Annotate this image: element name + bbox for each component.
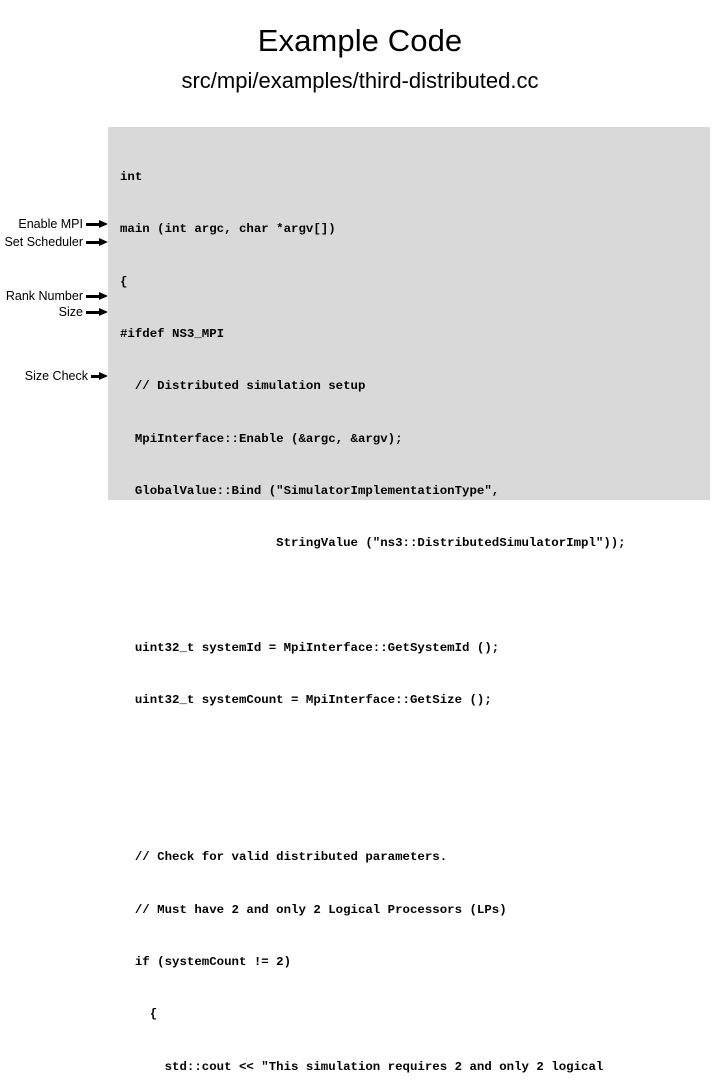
code-panel: int main (int argc, char *argv[]) { #ifd… — [108, 127, 710, 1074]
callout-label: Enable MPI — [18, 217, 83, 231]
code-line: uint32_t systemCount = MpiInterface::Get… — [120, 693, 492, 708]
code-line: // Check for valid distributed parameter… — [120, 850, 448, 865]
arrow-right-icon — [86, 219, 108, 229]
code-line: uint32_t systemId = MpiInterface::GetSys… — [120, 641, 500, 655]
code-line: MpiInterface::Enable (&argc, &argv); — [120, 431, 403, 446]
callout-size: Size — [0, 304, 108, 320]
code-line: main (int argc, char *argv[]) — [120, 222, 336, 237]
callout-label: Size — [58, 305, 83, 319]
code-line: int — [120, 169, 143, 184]
callout-rank-number: Rank Number — [0, 288, 108, 304]
arrow-right-icon — [86, 307, 108, 317]
code-line: { — [120, 274, 128, 289]
code-line: if (systemCount != 2) — [120, 955, 292, 970]
code-listing: int main (int argc, char *argv[]) { #ifd… — [120, 134, 626, 1080]
code-line: GlobalValue::Bind ("SimulatorImplementat… — [120, 483, 500, 498]
callout-size-check: Size Check — [0, 368, 108, 384]
callout-label: Set Scheduler — [4, 235, 83, 249]
code-line: StringValue ("ns3::DistributedSimulatorI… — [120, 536, 626, 551]
page-subtitle: src/mpi/examples/third-distributed.cc — [181, 68, 539, 93]
callout-label: Rank Number — [5, 289, 83, 303]
callout-label: Size Check — [24, 369, 88, 383]
title-block: Example Code src/mpi/examples/third-dist… — [0, 22, 720, 95]
arrow-right-icon — [86, 237, 108, 247]
callout-set-scheduler: Set Scheduler — [0, 234, 108, 250]
code-line: // Must have 2 and only 2 Logical Proces… — [120, 902, 507, 917]
code-line: #ifdef NS3_MPI — [120, 326, 225, 341]
callout-enable-mpi: Enable MPI — [0, 216, 108, 232]
arrow-right-icon — [91, 371, 108, 381]
code-line: std::cout << "This simulation requires 2… — [120, 1059, 604, 1074]
slide-canvas: Example Code src/mpi/examples/third-dist… — [0, 0, 720, 1074]
page-title: Example Code — [257, 23, 463, 58]
code-line: // Distributed simulation setup — [120, 379, 366, 394]
arrow-right-icon — [86, 291, 108, 301]
code-line: { — [120, 1007, 158, 1022]
